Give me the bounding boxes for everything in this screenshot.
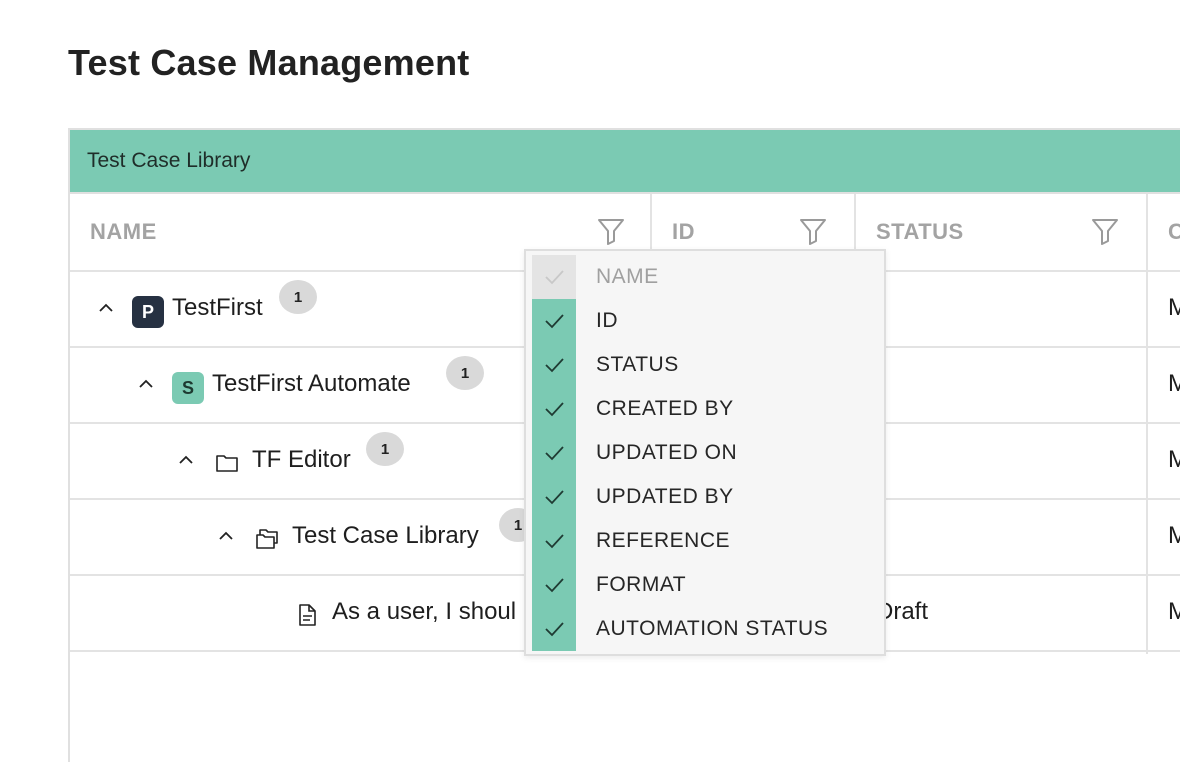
row-cell: M (1168, 598, 1180, 625)
menu-item-label: UPDATED BY (596, 485, 734, 508)
checkbox[interactable] (532, 299, 576, 343)
checkbox[interactable] (532, 431, 576, 475)
checkmark-icon (545, 402, 564, 417)
column-header-status[interactable]: STATUS (856, 194, 1148, 270)
folders-icon (256, 529, 278, 549)
checkmark-icon (545, 622, 564, 637)
checkbox[interactable] (532, 519, 576, 563)
page-title: Test Case Management (68, 42, 470, 83)
folder-icon (216, 455, 238, 472)
chevron-up-icon[interactable] (218, 528, 234, 544)
column-header-name-label: NAME (90, 219, 157, 244)
row-name[interactable]: Test Case Library (292, 522, 479, 550)
row-name[interactable]: As a user, I shoul (332, 598, 532, 626)
row-cell: M (1168, 446, 1180, 473)
column-header-next[interactable]: C (1148, 194, 1180, 270)
row-name[interactable]: TestFirst (172, 294, 263, 322)
count-badge: 1 (279, 280, 317, 314)
checkmark-icon (545, 534, 564, 549)
row-name[interactable]: TF Editor (252, 446, 351, 474)
checkmark-icon (545, 314, 564, 329)
count-badge: 1 (366, 432, 404, 466)
checkmark-icon (545, 490, 564, 505)
column-header-next-label: C (1168, 219, 1180, 244)
menu-item-status[interactable]: STATUS (526, 343, 884, 387)
menu-item-name: NAME (526, 255, 884, 299)
row-cell: M (1168, 294, 1180, 321)
menu-item-id[interactable]: ID (526, 299, 884, 343)
column-visibility-menu: NAME ID STATUS CREATED BY UPDATED ON UPDATED … (524, 249, 886, 656)
menu-item-label: AUTOMATION STATUS (596, 617, 829, 640)
checkbox[interactable] (532, 343, 576, 387)
checkbox[interactable] (532, 607, 576, 651)
panel-header-title: Test Case Library (87, 149, 251, 172)
menu-item-label: UPDATED ON (596, 441, 738, 464)
project-icon: P (132, 296, 164, 328)
menu-item-label: FORMAT (596, 573, 687, 596)
filter-icon[interactable] (1090, 216, 1120, 246)
checkmark-icon (545, 270, 564, 285)
menu-item-updated-by[interactable]: UPDATED BY (526, 475, 884, 519)
count-badge: 1 (446, 356, 484, 390)
chevron-up-icon[interactable] (178, 452, 194, 468)
checkbox[interactable] (532, 475, 576, 519)
chevron-up-icon[interactable] (138, 376, 154, 392)
row-cell: M (1168, 522, 1180, 549)
filter-icon[interactable] (798, 216, 828, 246)
checkbox[interactable] (532, 387, 576, 431)
menu-item-updated-on[interactable]: UPDATED ON (526, 431, 884, 475)
panel-header: Test Case Library (70, 130, 1180, 194)
menu-item-label: NAME (596, 265, 659, 288)
document-icon (299, 604, 316, 626)
menu-item-format[interactable]: FORMAT (526, 563, 884, 607)
row-cell: M (1168, 370, 1180, 397)
suite-icon: S (172, 372, 204, 404)
menu-item-created-by[interactable]: CREATED BY (526, 387, 884, 431)
menu-item-label: STATUS (596, 353, 679, 376)
checkmark-icon (545, 446, 564, 461)
checkbox (532, 255, 576, 299)
menu-item-label: ID (596, 309, 618, 332)
menu-item-reference[interactable]: REFERENCE (526, 519, 884, 563)
row-name[interactable]: TestFirst Automate (212, 370, 411, 398)
column-header-id-label: ID (672, 219, 695, 244)
filter-icon[interactable] (596, 216, 626, 246)
checkmark-icon (545, 578, 564, 593)
menu-item-label: CREATED BY (596, 397, 734, 420)
menu-item-automation-status[interactable]: AUTOMATION STATUS (526, 607, 884, 651)
checkbox[interactable] (532, 563, 576, 607)
checkmark-icon (545, 358, 564, 373)
menu-item-label: REFERENCE (596, 529, 731, 552)
chevron-up-icon[interactable] (98, 300, 114, 316)
column-header-status-label: STATUS (876, 219, 964, 244)
